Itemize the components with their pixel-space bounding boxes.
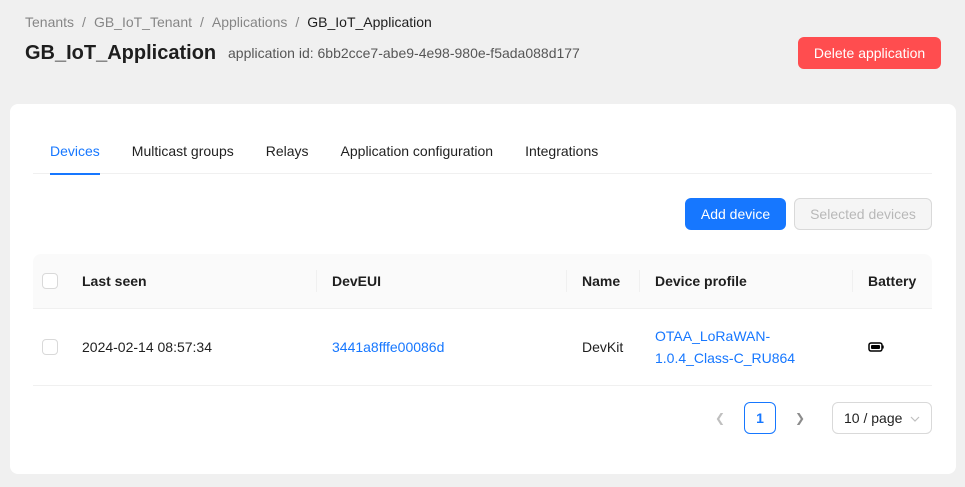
column-divider [566,270,567,292]
breadcrumb-separator: / [82,14,86,30]
column-header-device-profile[interactable]: Device profile [655,254,747,308]
breadcrumb: Tenants / GB_IoT_Tenant / Applications /… [25,13,432,31]
chevron-left-icon: ❮ [714,411,726,425]
table-header: Last seen DevEUI Name Device profile Bat… [33,254,932,309]
column-header-last-seen[interactable]: Last seen [82,254,147,308]
column-divider [639,270,640,292]
add-device-button[interactable]: Add device [685,198,786,230]
column-header-deveui[interactable]: DevEUI [332,254,381,308]
select-all-checkbox[interactable] [42,273,58,289]
device-profile-line-1: OTAA_LoRaWAN- [655,328,771,344]
application-id: application id: 6bb2cce7-abe9-4e98-980e-… [228,45,580,61]
tab-integrations[interactable]: Integrations [525,129,598,174]
page-size-label: 10 / page [844,410,903,426]
breadcrumb-tenant[interactable]: GB_IoT_Tenant [94,13,192,31]
selected-devices-button: Selected devices [794,198,932,230]
tab-application-configuration[interactable]: Application configuration [341,129,494,174]
breadcrumb-current-application: GB_IoT_Application [307,14,432,30]
page-1-button[interactable]: 1 [744,402,776,434]
chevron-down-icon [910,416,920,422]
page-title: GB_IoT_Application [25,42,217,64]
chevron-right-icon[interactable]: ❯ [784,402,816,434]
breadcrumb-separator: / [200,14,204,30]
page-size-select[interactable]: 10 / page [832,402,932,434]
deveui-link[interactable]: 3441a8fffe00086d [332,339,444,355]
column-divider [316,270,317,292]
table-row: 2024-02-14 08:57:34 3441a8fffe00086d Dev… [33,309,932,386]
breadcrumb-applications[interactable]: Applications [212,13,288,31]
device-name-cell: DevKit [582,339,624,355]
content-card: Devices Multicast groups Relays Applicat… [10,104,956,474]
row-checkbox[interactable] [42,339,58,355]
column-header-battery[interactable]: Battery [868,254,916,308]
battery-icon [868,342,884,352]
last-seen-cell: 2024-02-14 08:57:34 [82,339,212,355]
device-profile-line-2: 1.0.4_Class-C_RU864 [655,350,796,366]
tab-multicast-groups[interactable]: Multicast groups [132,129,234,174]
delete-application-button[interactable]: Delete application [798,37,941,69]
column-divider [852,270,853,292]
breadcrumb-separator: / [295,14,300,30]
tab-bar: Devices Multicast groups Relays Applicat… [33,129,932,175]
devices-table: Last seen DevEUI Name Device profile Bat… [33,254,932,386]
column-header-name[interactable]: Name [582,254,620,308]
tab-relays[interactable]: Relays [266,129,309,174]
breadcrumb-tenants[interactable]: Tenants [25,13,74,31]
device-profile-link[interactable]: OTAA_LoRaWAN- 1.0.4_Class-C_RU864 [655,325,795,369]
tab-devices[interactable]: Devices [50,129,100,175]
pagination: ❮ 1 ❯ 10 / page [10,402,956,434]
